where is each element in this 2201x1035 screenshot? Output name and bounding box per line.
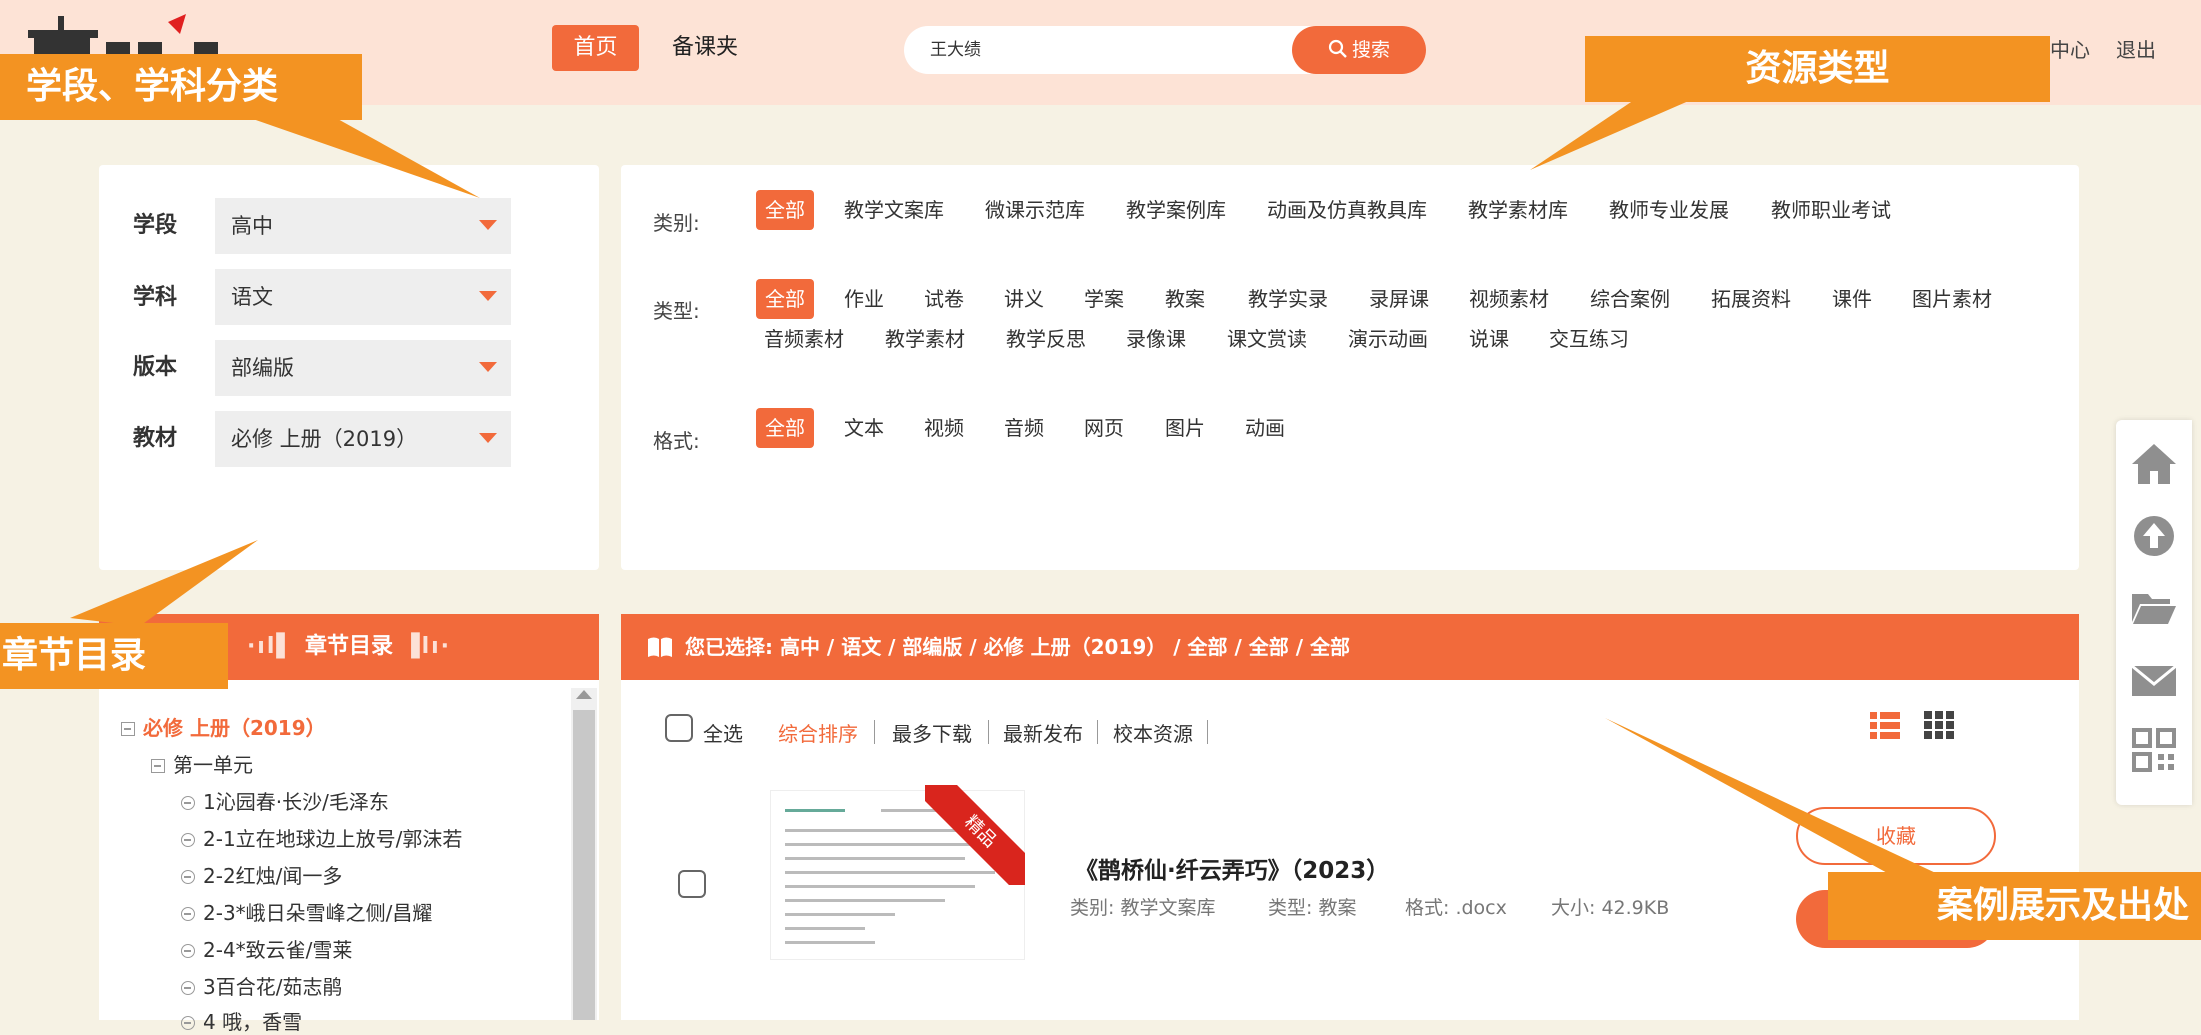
callout-arrow-chapter bbox=[70, 540, 258, 626]
callout-resource-type: 资源类型 bbox=[1585, 36, 2050, 102]
callout-case-display: 案例展示及出处 bbox=[1828, 872, 2201, 940]
callout-arrows bbox=[70, 96, 1940, 880]
callout-arrow-resource-type bbox=[1530, 96, 1700, 170]
callout-chapter-dir: 章节目录 bbox=[0, 623, 228, 689]
callout-arrow-case-display bbox=[1605, 718, 1940, 880]
callout-stage-subject: 学段、学科分类 bbox=[0, 54, 362, 120]
